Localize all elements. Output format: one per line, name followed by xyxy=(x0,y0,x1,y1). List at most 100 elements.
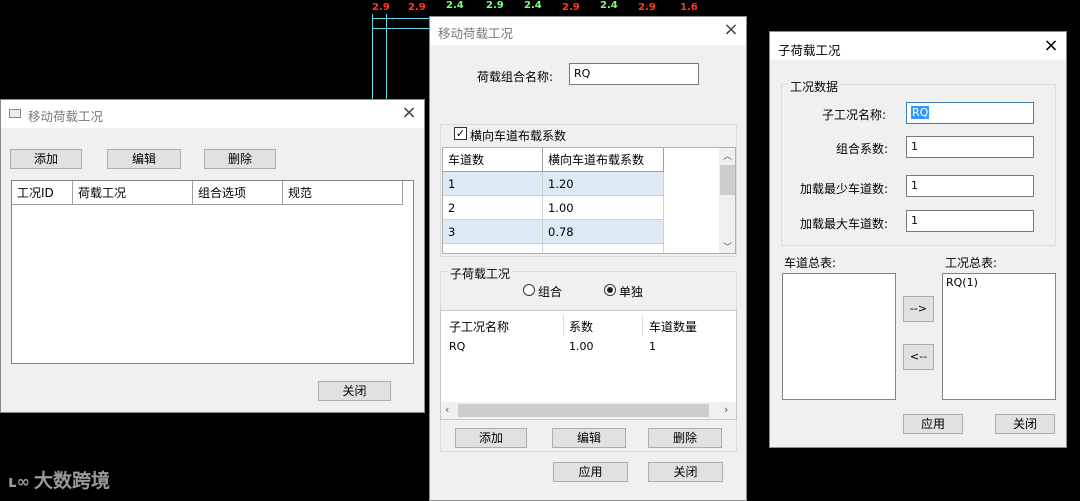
table-cell[interactable]: 2 xyxy=(443,196,543,220)
close-icon[interactable]: × xyxy=(399,103,419,123)
close-icon[interactable]: × xyxy=(721,20,741,40)
column-header[interactable]: 工况ID xyxy=(12,181,73,205)
load-case-edit-window: 移动荷载工况 × 荷载组合名称: RQ ✓ 横向车道布载系数 车道数 横向车道布… xyxy=(429,16,747,501)
app-icon xyxy=(9,109,21,118)
radio-dot xyxy=(607,287,613,293)
cad-line xyxy=(372,18,432,19)
coef-input[interactable]: 1 xyxy=(906,136,1034,158)
table-cell[interactable]: 1.00 xyxy=(569,340,594,353)
min-lanes-label: 加载最少车道数: xyxy=(800,182,889,196)
table-cell[interactable]: 0.78 xyxy=(543,220,664,244)
delete-button[interactable]: 删除 xyxy=(648,428,722,448)
table-cell[interactable]: 1 xyxy=(443,172,543,196)
cad-dim-label: 2.9 xyxy=(562,2,580,13)
sub-name-label: 子工况名称: xyxy=(822,108,887,122)
column-header[interactable]: 横向车道布载系数 xyxy=(543,148,664,172)
lane-factor-checkbox[interactable]: ✓ xyxy=(454,127,467,140)
apply-button[interactable]: 应用 xyxy=(903,414,963,434)
max-lanes-input[interactable]: 1 xyxy=(906,210,1034,232)
watermark-logo-icon: ʟ∞ xyxy=(8,472,30,491)
table-cell xyxy=(443,244,543,253)
column-header[interactable]: 车道数 xyxy=(443,148,543,172)
cad-dim-label: 2.9 xyxy=(638,2,656,13)
cad-dim-label: 2.4 xyxy=(600,0,618,11)
table-cell[interactable]: 3 xyxy=(443,220,543,244)
table-cell xyxy=(543,244,664,253)
table-cell[interactable]: RQ xyxy=(449,340,465,353)
column-divider xyxy=(563,315,564,335)
lane-list[interactable] xyxy=(782,273,896,400)
sub-load-case-group-title: 子荷载工况 xyxy=(448,265,513,282)
load-case-list-window: 移动荷载工况 × 添加 编辑 删除 工况ID 荷载工况 组合选项 规范 关闭 xyxy=(0,99,425,413)
radio-single[interactable] xyxy=(604,284,616,296)
table-cell[interactable]: 1.20 xyxy=(543,172,664,196)
sub-load-case-window: 子荷载工况 × 工况数据 子工况名称: RQ 组合系数: 1 加载最少车道数: … xyxy=(769,31,1067,448)
column-header[interactable]: 车道数量 xyxy=(649,318,697,335)
max-lanes-label: 加载最大车道数: xyxy=(800,217,889,231)
close-button[interactable]: 关闭 xyxy=(995,414,1055,434)
sub-load-case-table[interactable]: 子工况名称 系数 车道数量 RQ 1.00 1 ‹ › xyxy=(440,310,737,420)
title-bar[interactable]: 移动荷载工况 × xyxy=(430,17,746,45)
cad-dim-label: 2.4 xyxy=(524,0,542,11)
edit-button[interactable]: 编辑 xyxy=(107,149,181,169)
window-title: 移动荷载工况 xyxy=(28,109,104,124)
cad-line xyxy=(372,28,432,29)
edit-button[interactable]: 编辑 xyxy=(552,428,626,448)
scroll-left-icon[interactable]: ‹ xyxy=(445,403,449,416)
case-list-label: 工况总表: xyxy=(945,256,998,270)
cad-dim-label: 1.6 xyxy=(680,2,698,13)
table-cell[interactable]: 1 xyxy=(649,340,656,353)
column-header[interactable]: 荷载工况 xyxy=(73,181,193,205)
lane-factor-table[interactable]: 车道数 横向车道布载系数 1 1.20 2 1.00 3 0.78 ︿ ﹀ xyxy=(442,147,736,254)
watermark: ʟ∞ 大数跨境 xyxy=(8,466,110,493)
apply-button[interactable]: 应用 xyxy=(553,462,628,482)
close-button[interactable]: 关闭 xyxy=(318,381,391,401)
cad-line xyxy=(386,14,387,100)
column-header[interactable]: 子工况名称 xyxy=(449,318,509,335)
column-header[interactable]: 规范 xyxy=(283,181,403,205)
scroll-right-icon[interactable]: › xyxy=(724,403,728,416)
add-button[interactable]: 添加 xyxy=(455,428,527,448)
vertical-scrollbar[interactable]: ︿ ﹀ xyxy=(719,148,735,253)
radio-single-label[interactable]: 单独 xyxy=(619,283,643,300)
case-list[interactable]: RQ(1) xyxy=(942,273,1056,400)
watermark-text: 大数跨境 xyxy=(33,470,110,492)
load-case-table[interactable]: 工况ID 荷载工况 组合选项 规范 xyxy=(11,180,414,364)
window-title: 子荷载工况 xyxy=(778,43,841,58)
radio-combine-label[interactable]: 组合 xyxy=(538,283,562,300)
scroll-thumb[interactable] xyxy=(458,404,709,417)
cad-line xyxy=(372,14,373,100)
coef-label: 组合系数: xyxy=(836,142,889,156)
cad-dim-label: 2.9 xyxy=(372,2,390,13)
list-item[interactable]: RQ(1) xyxy=(946,276,978,289)
column-header[interactable]: 系数 xyxy=(569,318,593,335)
cad-dim-label: 2.4 xyxy=(446,0,464,11)
move-left-button[interactable]: <-- xyxy=(903,344,934,370)
add-button[interactable]: 添加 xyxy=(10,149,82,169)
cad-dim-label: 2.9 xyxy=(486,0,504,11)
radio-combine[interactable] xyxy=(523,284,535,296)
scroll-up-icon[interactable]: ︿ xyxy=(723,149,732,162)
combo-name-input[interactable]: RQ xyxy=(569,63,699,85)
sub-name-input[interactable]: RQ xyxy=(906,102,1034,124)
scroll-thumb[interactable] xyxy=(720,165,735,195)
column-header[interactable]: 组合选项 xyxy=(193,181,283,205)
move-right-button[interactable]: --> xyxy=(903,296,934,322)
table-cell[interactable]: 1.00 xyxy=(543,196,664,220)
close-icon[interactable]: × xyxy=(1041,36,1061,56)
title-bar[interactable]: 子荷载工况 × xyxy=(770,32,1066,60)
delete-button[interactable]: 删除 xyxy=(204,149,276,169)
min-lanes-input[interactable]: 1 xyxy=(906,175,1034,197)
case-data-group-title: 工况数据 xyxy=(788,78,841,95)
title-bar[interactable]: 移动荷载工况 × xyxy=(1,100,424,128)
scroll-down-icon[interactable]: ﹀ xyxy=(723,240,732,253)
combo-name-label: 荷载组合名称: xyxy=(477,70,554,84)
horizontal-scrollbar[interactable]: ‹ › xyxy=(441,402,736,419)
column-divider xyxy=(642,315,643,335)
cad-dim-label: 2.9 xyxy=(408,2,426,13)
window-title: 移动荷载工况 xyxy=(438,26,514,41)
selected-text: RQ xyxy=(911,106,930,119)
lane-factor-checkbox-label[interactable]: 横向车道布载系数 xyxy=(470,127,566,144)
lane-list-label: 车道总表: xyxy=(784,256,837,270)
close-button[interactable]: 关闭 xyxy=(648,462,723,482)
